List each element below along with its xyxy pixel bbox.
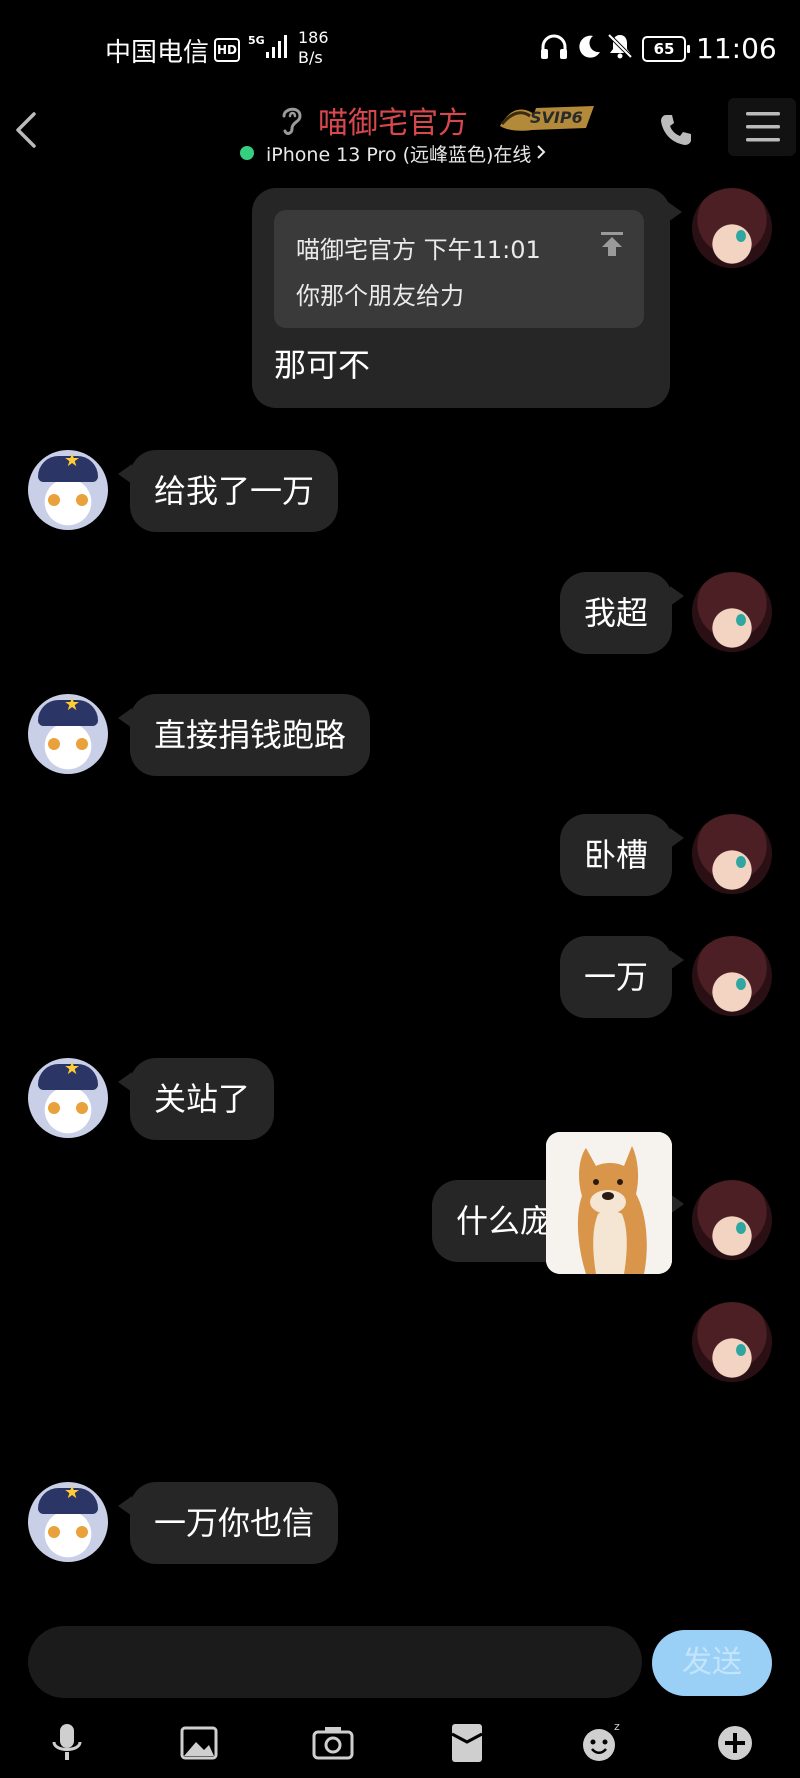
quoted-text: 你那个朋友给力 — [296, 282, 464, 310]
chat-header: 喵御宅官方 SVIP6 iPhone 13 Pro (远峰蓝色)在线 — [0, 90, 800, 170]
online-status-dot — [240, 146, 254, 160]
contact-avatar[interactable]: ★ — [28, 1482, 108, 1562]
back-icon[interactable] — [8, 108, 44, 152]
quoted-header: 喵御宅官方 下午11:01 — [296, 230, 541, 265]
input-bar: 发送 z — [0, 1620, 800, 1778]
mute-bell-icon — [607, 33, 633, 59]
svip-badge-label: SVIP6 — [530, 108, 583, 127]
message-input[interactable] — [28, 1626, 642, 1698]
contact-avatar[interactable]: ★ — [28, 694, 108, 774]
message-text: 那可不 — [274, 346, 371, 384]
menu-icon — [746, 112, 780, 142]
svg-text:z: z — [614, 1720, 620, 1733]
plus-icon[interactable] — [710, 1718, 760, 1768]
status-bar: 中国电信 HD 5G 186 B/s 65 11:06 — [0, 0, 800, 90]
speed-unit: B/s — [298, 48, 323, 67]
hd-badge: HD — [214, 38, 240, 62]
network-speed: 186 B/s — [298, 28, 329, 68]
contact-avatar[interactable]: ★ — [28, 1058, 108, 1138]
emoji-icon[interactable]: z — [576, 1718, 626, 1768]
my-avatar[interactable] — [692, 572, 772, 652]
microphone-icon[interactable] — [42, 1718, 92, 1768]
incoming-message-bubble[interactable]: 关站了 — [117, 1058, 275, 1140]
incoming-message-bubble[interactable]: 一万你也信 — [117, 1482, 339, 1564]
contact-avatar[interactable]: ★ — [28, 450, 108, 530]
headphones-icon — [541, 34, 567, 59]
contact-name[interactable]: 喵御宅官方 — [318, 98, 468, 142]
signal-icon — [266, 35, 287, 58]
speed-value: 186 — [298, 28, 329, 47]
outgoing-message-bubble[interactable]: 卧槽 — [559, 814, 685, 896]
chevron-right-icon[interactable] — [536, 144, 546, 160]
my-avatar[interactable] — [692, 936, 772, 1016]
my-avatar[interactable] — [692, 814, 772, 894]
my-avatar[interactable] — [692, 1180, 772, 1260]
carrier-label: 中国电信 — [105, 38, 210, 68]
jump-to-quote-icon[interactable] — [598, 230, 626, 258]
sticker-image[interactable] — [546, 1132, 672, 1274]
quoted-time: 下午11:01 — [423, 236, 541, 264]
my-avatar[interactable] — [692, 1302, 772, 1382]
quoted-sender: 喵御宅官方 — [296, 236, 416, 264]
reply-message-bubble[interactable]: 喵御宅官方 下午11:01 你那个朋友给力 那可不 — [252, 188, 682, 408]
message-list[interactable]: 喵御宅官方 下午11:01 你那个朋友给力 那可不 ★ 给我了一万 我超 ★ 直… — [0, 170, 800, 1620]
camera-icon[interactable] — [308, 1718, 358, 1768]
menu-button[interactable] — [728, 98, 796, 156]
incoming-message-bubble[interactable]: 给我了一万 — [117, 450, 339, 532]
ear-icon — [282, 107, 302, 135]
phone-call-icon[interactable] — [658, 112, 694, 148]
device-status[interactable]: iPhone 13 Pro (远峰蓝色)在线 — [266, 140, 531, 167]
send-button[interactable]: 发送 — [652, 1630, 772, 1696]
outgoing-message-bubble[interactable]: 一万 — [559, 936, 685, 1018]
my-avatar[interactable] — [692, 188, 772, 268]
battery-indicator: 65 — [642, 36, 690, 62]
moon-icon — [579, 35, 600, 58]
incoming-message-bubble[interactable]: 直接捐钱跑路 — [117, 694, 371, 776]
network-label: 5G — [248, 34, 265, 47]
quoted-message[interactable]: 喵御宅官方 下午11:01 你那个朋友给力 — [274, 210, 644, 328]
doge-sticker-icon — [546, 1132, 672, 1274]
input-toolbar: z — [0, 1712, 800, 1772]
clock: 11:06 — [696, 32, 777, 65]
red-packet-icon[interactable] — [442, 1718, 492, 1768]
image-icon[interactable] — [174, 1718, 224, 1768]
outgoing-message-bubble[interactable]: 我超 — [559, 572, 685, 654]
